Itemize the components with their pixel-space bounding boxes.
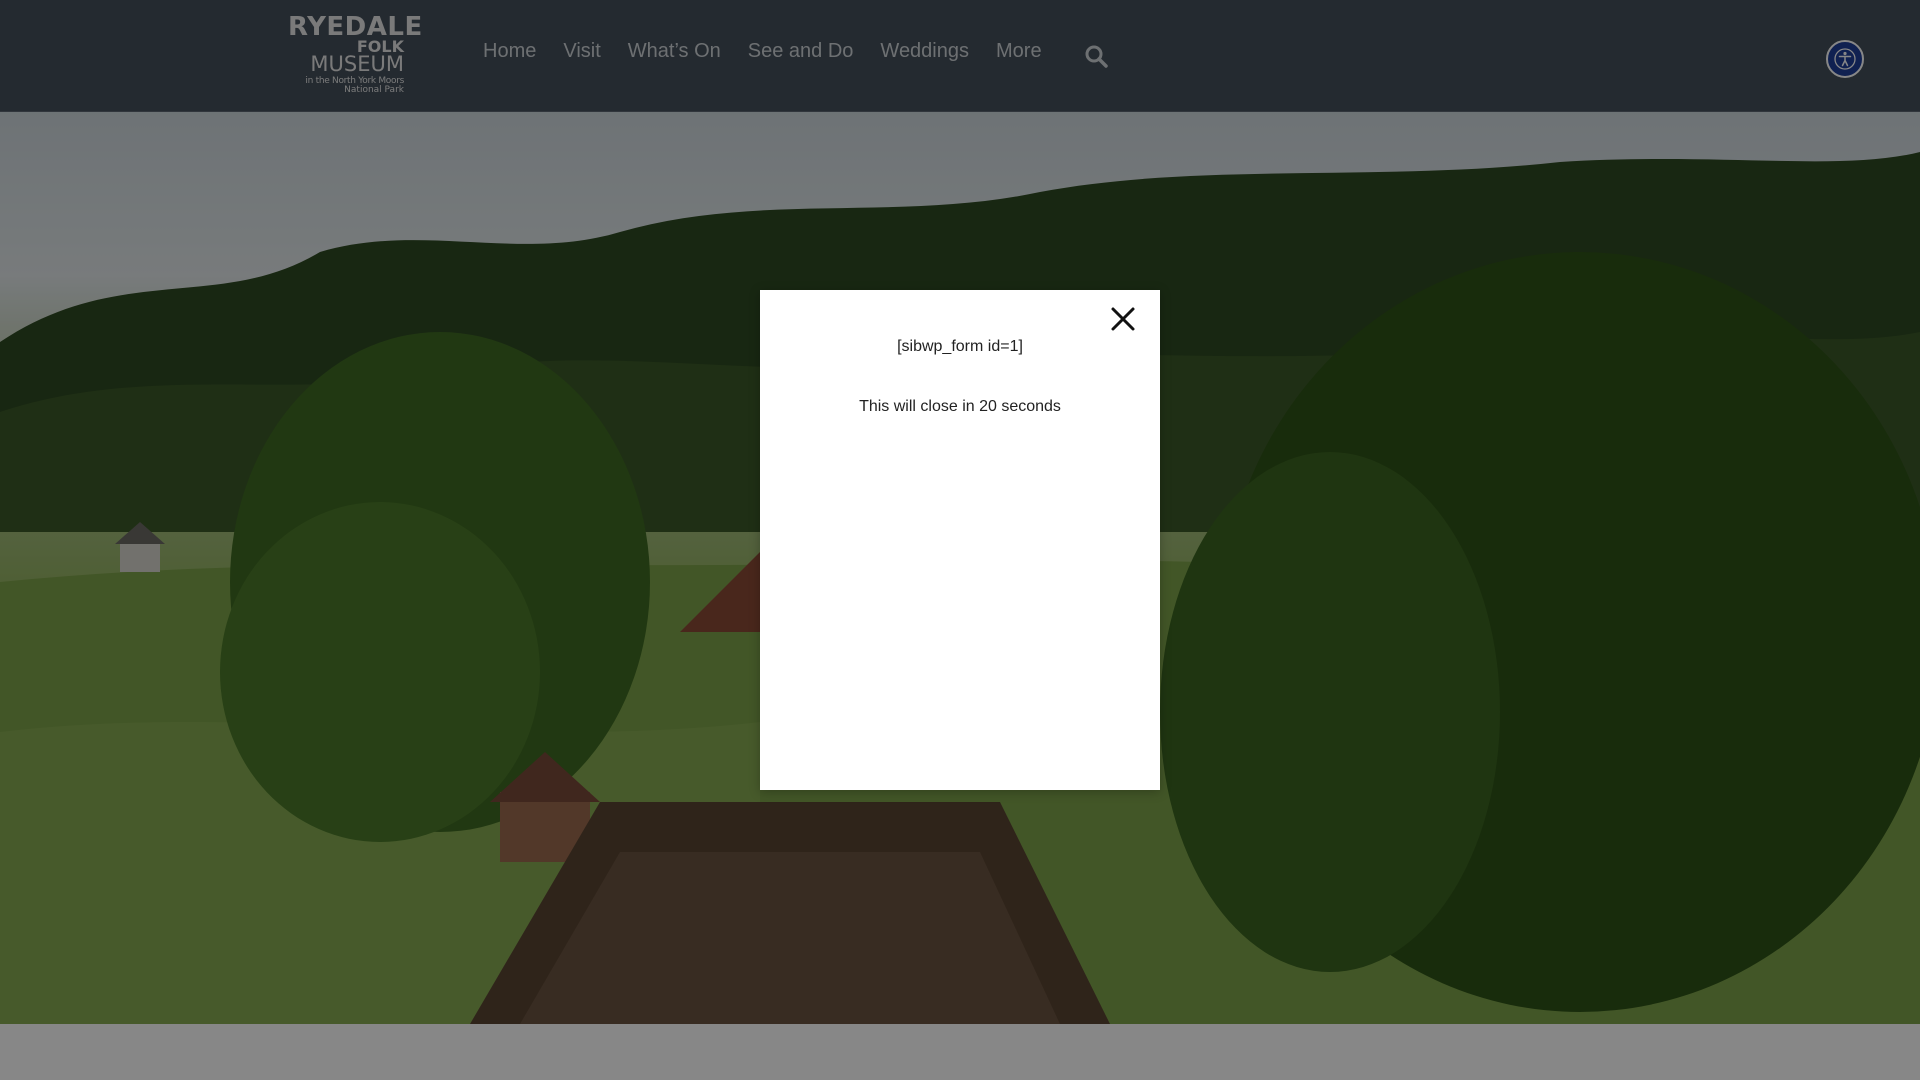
modal-shortcode-text: [sibwp_form id=1] — [897, 338, 1023, 355]
popup-modal: [sibwp_form id=1] This will close in 20 … — [760, 290, 1160, 790]
close-button[interactable] — [1108, 304, 1138, 334]
modal-countdown-text: This will close in 20 seconds — [859, 398, 1061, 415]
close-icon — [1111, 307, 1135, 331]
page: RYEDALE FOLK MUSEUM in the North York Mo… — [0, 0, 1920, 1080]
